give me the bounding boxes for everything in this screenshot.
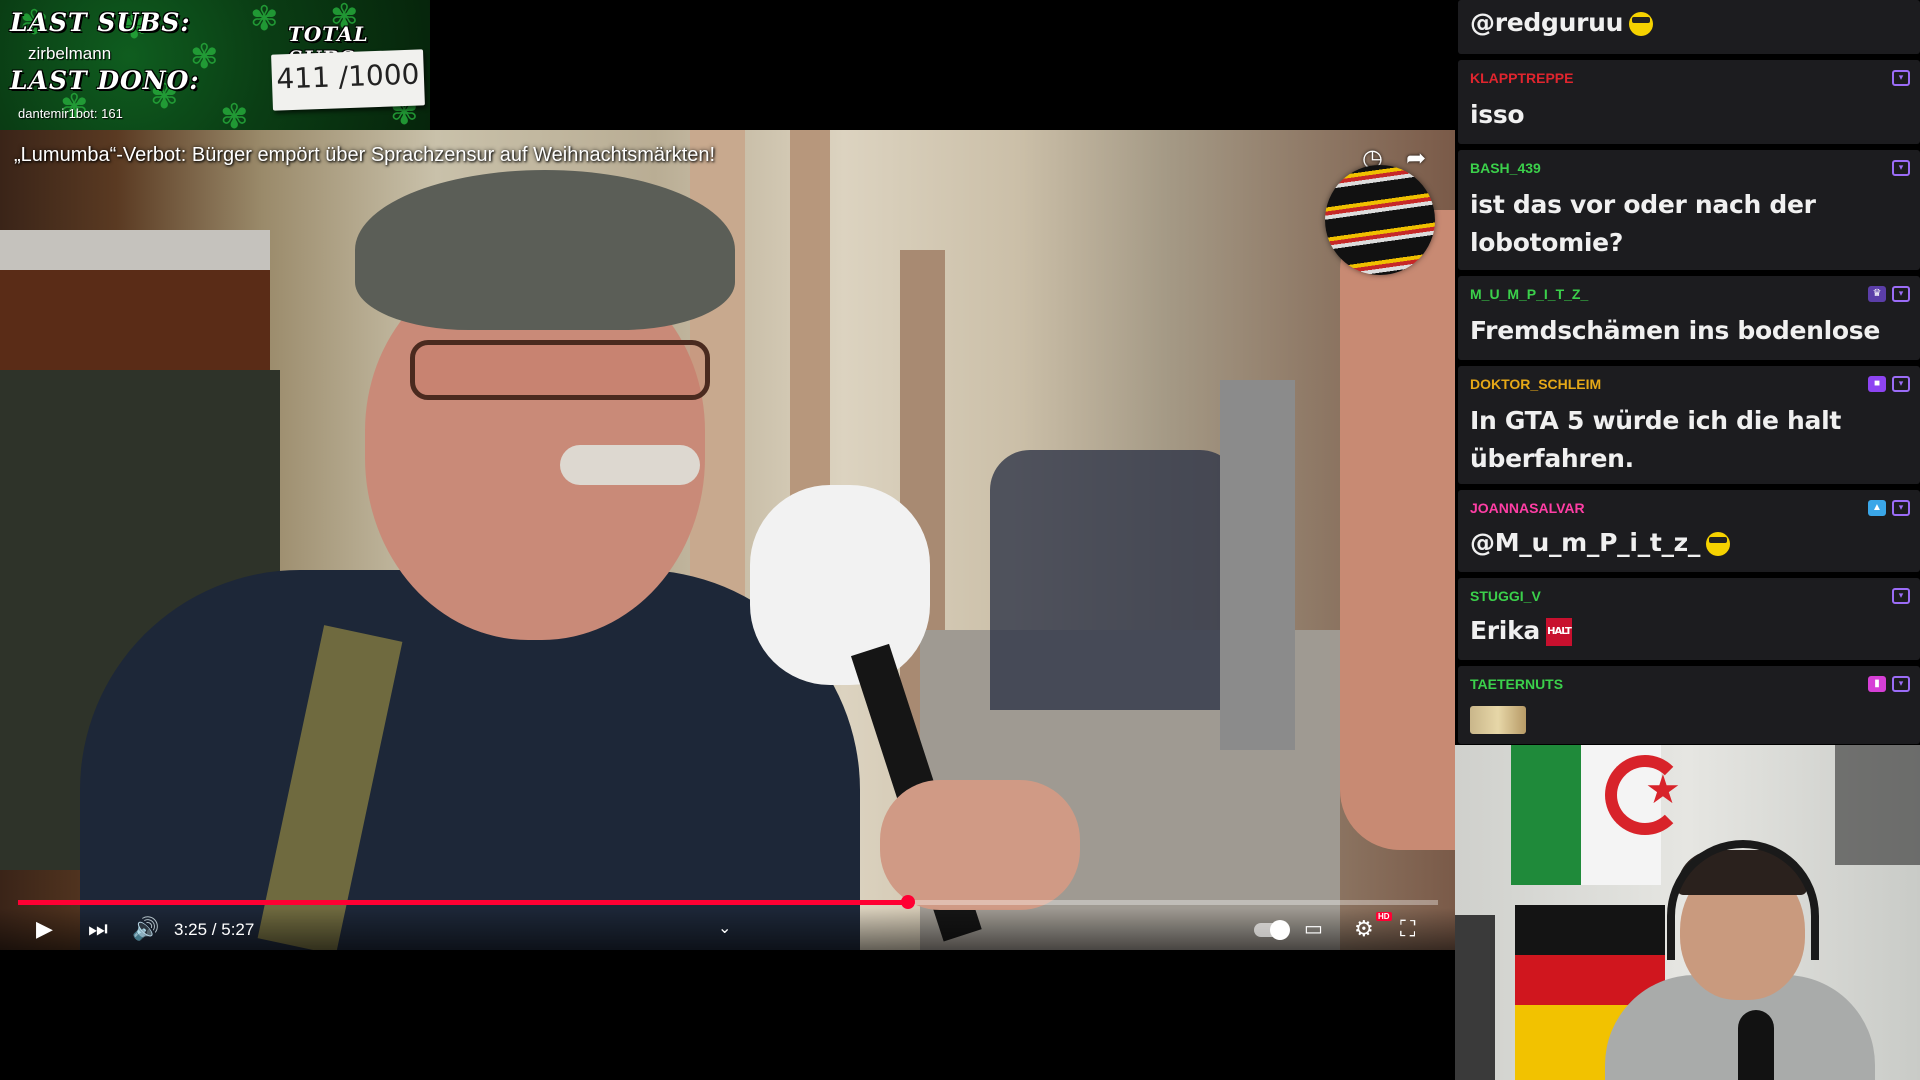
chat-message: M_U_M_P_I_T_Z_ ♛ ▾ Fremdschämen ins bode… — [1458, 276, 1920, 360]
leaf-icon: ✾ — [250, 0, 279, 38]
fullscreen-exit-icon[interactable]: ⛶ — [1400, 914, 1415, 944]
progress-bar[interactable] — [18, 895, 1438, 909]
info-pillar — [1220, 380, 1295, 750]
webcam-feed: ★ — [1455, 745, 1920, 1080]
chat-message: BASH_439 ▾ ist das vor oder nach der lob… — [1458, 150, 1920, 270]
subscriber-badge-icon: ▲ — [1868, 500, 1886, 516]
chat-username[interactable]: BASH_439 — [1470, 160, 1541, 176]
chat-message: STUGGI_V ▾ Erika HALT — [1458, 578, 1920, 660]
reply-icon[interactable]: ▾ — [1892, 376, 1910, 392]
channel-logo[interactable] — [1325, 165, 1435, 275]
chat-message: JOANNASALVAR ▲ ▾ @M_u_m_P_i_t_z_ — [1458, 490, 1920, 572]
crowd — [990, 450, 1240, 710]
glasses — [410, 340, 710, 400]
reply-icon[interactable]: ▾ — [1892, 500, 1910, 516]
gdr-flag — [1515, 905, 1665, 955]
chat-message-text — [1470, 700, 1526, 738]
play-icon[interactable]: ▶ — [36, 914, 53, 944]
reply-icon[interactable]: ▾ — [1892, 160, 1910, 176]
last-dono-value: dantemir1bot: 161 — [18, 106, 123, 121]
reply-icon[interactable]: ▾ — [1892, 588, 1910, 604]
chat-message-text: Fremdschämen ins bodenlose — [1470, 316, 1881, 345]
share-icon[interactable]: ➦ — [1406, 144, 1426, 173]
interviewer-face — [1340, 210, 1455, 850]
subscriber-badge-icon: ▮ — [1868, 676, 1886, 692]
last-subs-label: LAST SUBS: — [10, 8, 191, 37]
hd-badge: HD — [1376, 912, 1392, 921]
chat-username[interactable]: TAETERNUTS — [1470, 676, 1563, 692]
chevron-down-icon[interactable]: ⌄ — [718, 914, 731, 944]
star-icon: ★ — [1645, 768, 1681, 812]
settings-icon[interactable]: ⚙ — [1354, 914, 1374, 944]
shelf — [1455, 915, 1495, 1080]
reply-icon[interactable]: ▾ — [1892, 676, 1910, 692]
chat-username[interactable]: JOANNASALVAR — [1470, 500, 1585, 516]
chat-message-text: ist das vor oder nach der lobotomie? — [1470, 190, 1816, 257]
time-display: 3:25 / 5:27 — [174, 920, 255, 939]
chat-message-text: In GTA 5 würde ich die halt überfahren. — [1470, 406, 1842, 473]
emote-icon — [1629, 12, 1654, 36]
chat-message-text: Erika HALT — [1470, 616, 1572, 646]
wall-poster — [1835, 745, 1920, 865]
emote-icon — [1706, 532, 1731, 556]
algeria-flag — [1511, 745, 1581, 885]
headset-icon — [1667, 840, 1819, 960]
chat-message: DOKTOR_SCHLEIM ■ ▾ In GTA 5 würde ich di… — [1458, 366, 1920, 484]
mustache — [560, 445, 700, 485]
autoplay-toggle[interactable] — [1254, 920, 1290, 940]
last-dono-label: LAST DONO: — [10, 66, 200, 95]
flat-cap — [355, 170, 735, 330]
volume-icon[interactable]: 🔊 — [132, 914, 159, 944]
video-player[interactable]: „Lumumba“-Verbot: Bürger empört über Spr… — [0, 130, 1455, 950]
video-frame — [0, 130, 1455, 950]
chat-username[interactable]: M_U_M_P_I_T_Z_ — [1470, 286, 1588, 302]
chat-message-text: isso — [1470, 100, 1525, 129]
chat-message: @redguruu — [1458, 0, 1920, 54]
interviewer-hand — [880, 780, 1080, 910]
chat-username[interactable]: DOKTOR_SCHLEIM — [1470, 376, 1601, 392]
halt-emote-icon: HALT — [1545, 618, 1572, 646]
chat-username[interactable]: STUGGI_V — [1470, 588, 1541, 604]
last-subs-value: zirbelmann — [28, 44, 112, 63]
image-emote-icon — [1470, 706, 1526, 734]
next-icon[interactable]: ⏭ — [88, 914, 108, 944]
microphone-head — [750, 485, 930, 685]
leaf-icon: ✾ — [220, 98, 249, 136]
chat-message: KLAPPTREPPE ▾ isso — [1458, 60, 1920, 144]
total-subs-box: 411 /1000 — [271, 49, 425, 111]
chat-message-text: @redguruu — [1470, 4, 1654, 42]
video-title[interactable]: „Lumumba“-Verbot: Bürger empört über Spr… — [14, 144, 715, 167]
chat-username[interactable]: KLAPPTREPPE — [1470, 70, 1573, 86]
subscriber-badge-icon: ■ — [1868, 376, 1886, 392]
controls-bar: ▶ ⏭ 🔊 3:25 / 5:27 ⌄ ▭ ⚙ HD ⛶ — [0, 908, 1455, 950]
subscriber-badge-icon: ♛ — [1868, 286, 1886, 302]
chat-message: TAETERNUTS ▮ ▾ — [1458, 666, 1920, 744]
subtitles-icon[interactable]: ▭ — [1304, 914, 1323, 944]
progress-fill — [18, 900, 909, 905]
chat-panel: @redguruu KLAPPTREPPE ▾ isso BASH_439 ▾ … — [1455, 0, 1920, 745]
subs-overlay-panel: ✾ ✾ ✾ ✾ ✾ ✾ ✾ ✾ ✾ LAST SUBS: zirbelmann … — [0, 0, 430, 140]
microphone-icon — [1738, 1010, 1774, 1080]
reply-icon[interactable]: ▾ — [1892, 70, 1910, 86]
chat-message-text: @M_u_m_P_i_t_z_ — [1470, 524, 1731, 562]
reply-icon[interactable]: ▾ — [1892, 286, 1910, 302]
total-subs-value: 411 /1000 — [275, 57, 420, 96]
hut-roof — [0, 230, 270, 270]
